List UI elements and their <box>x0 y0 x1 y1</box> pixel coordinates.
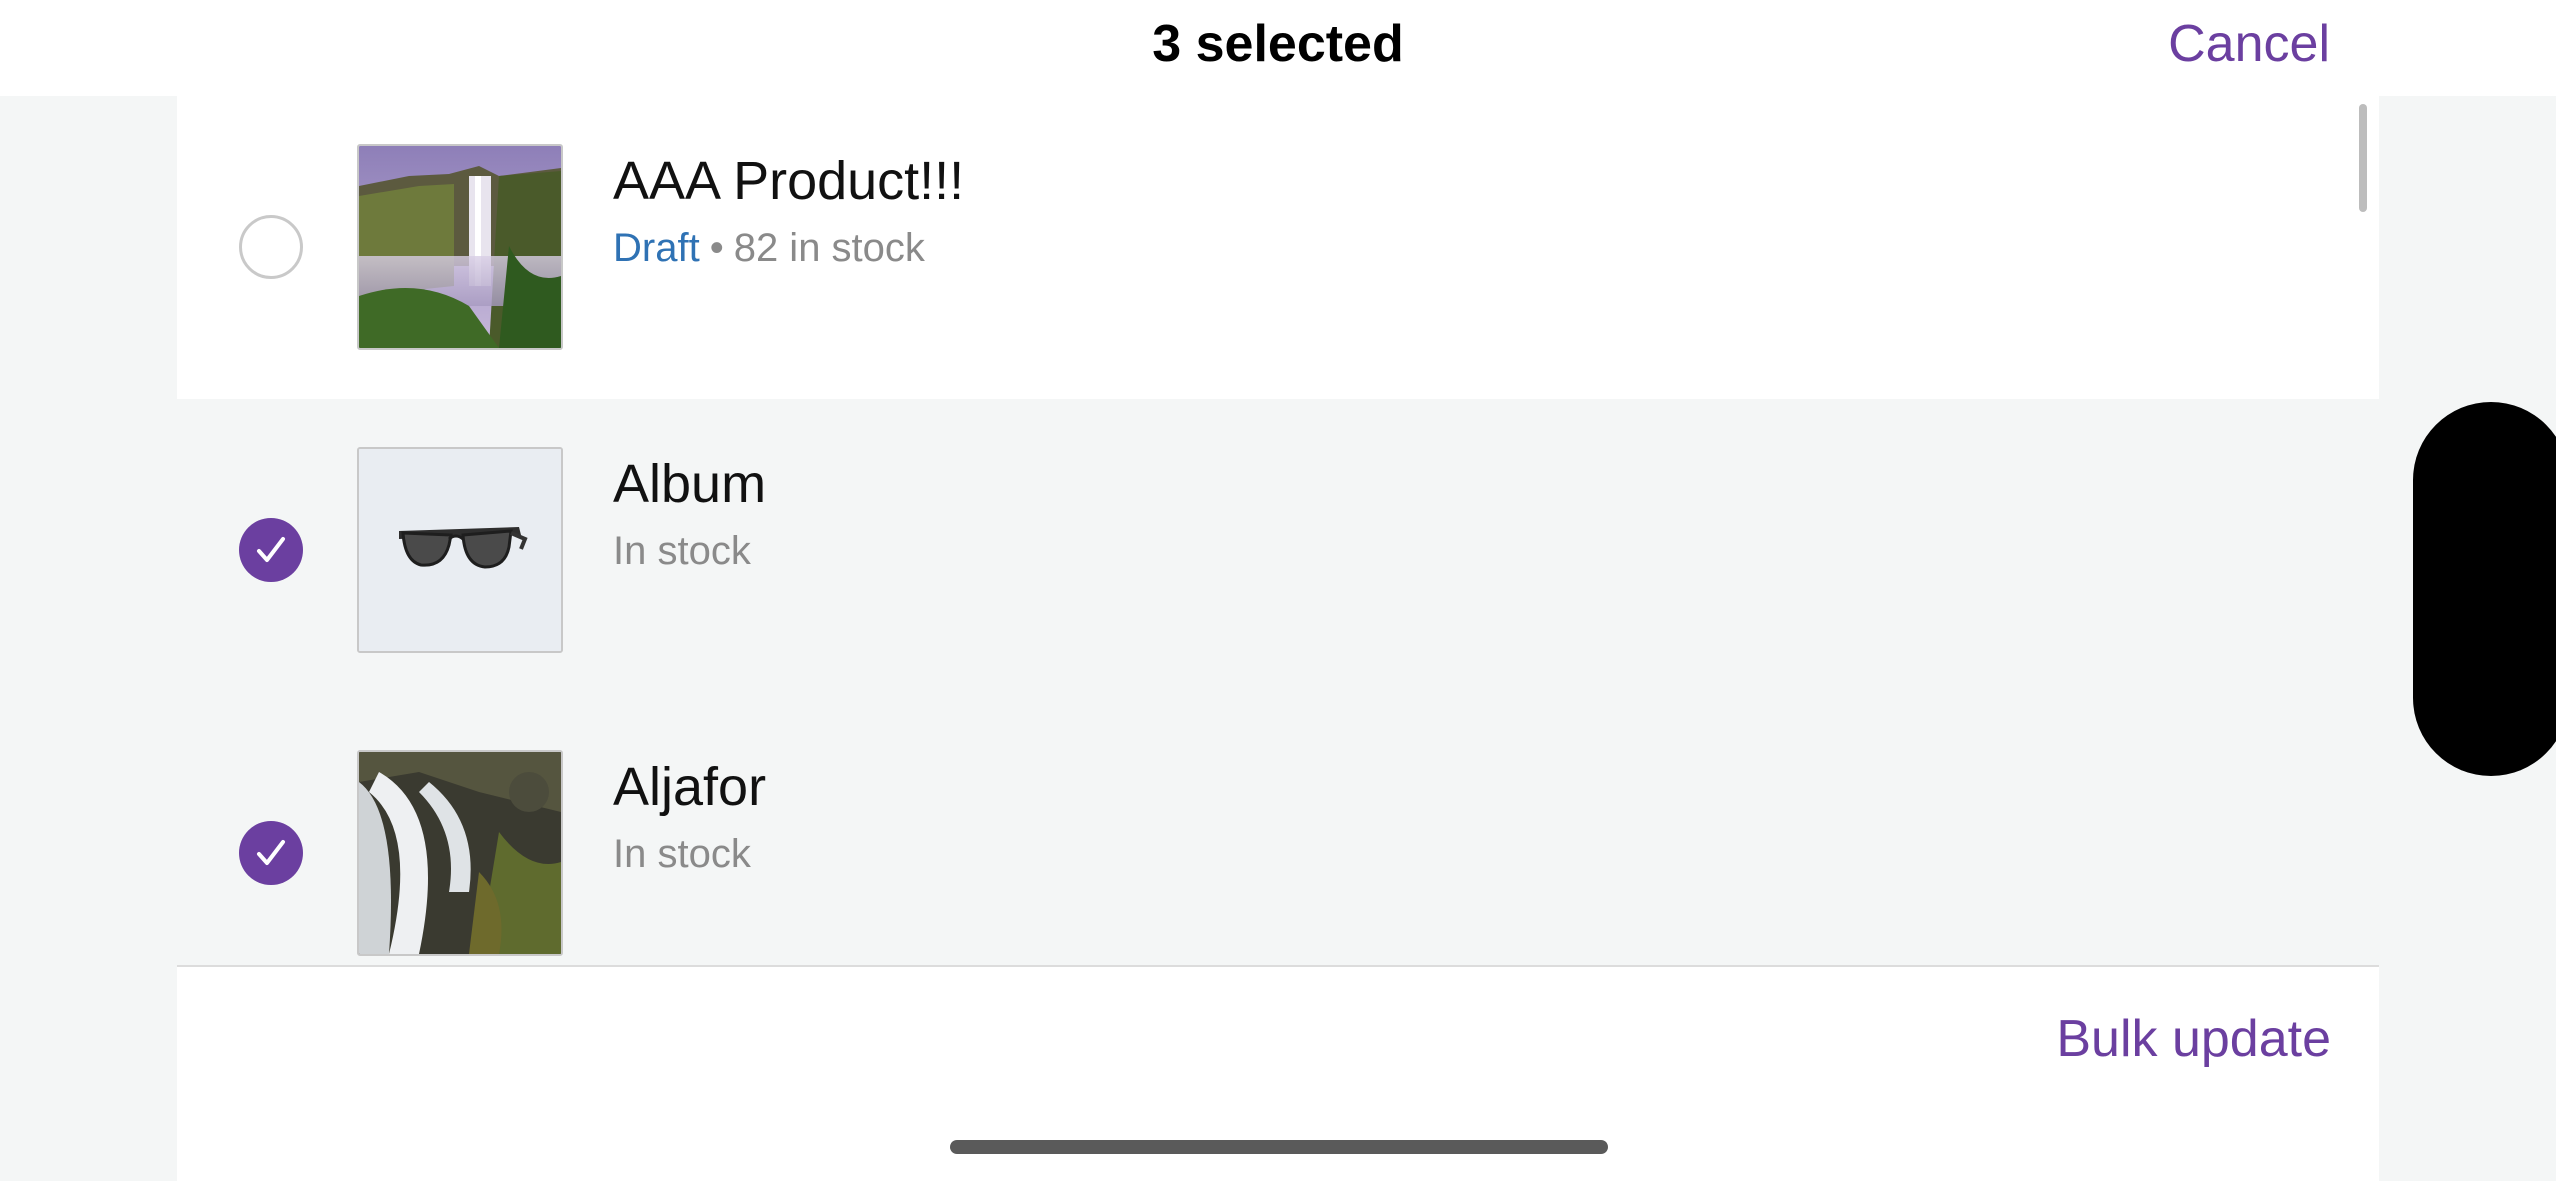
product-name: Aljafor <box>613 757 767 817</box>
vertical-scrollbar[interactable] <box>2359 104 2367 212</box>
product-thumbnail <box>357 144 563 350</box>
checkmark-icon <box>257 840 285 865</box>
product-meta: In stock <box>613 519 751 583</box>
side-pill-overlay <box>2413 402 2556 776</box>
select-checkbox-checked[interactable] <box>239 821 303 885</box>
stock-label: In stock <box>613 529 751 573</box>
draft-status-label: Draft <box>613 226 700 270</box>
product-list[interactable]: AAA Product!!! Draft • 82 in stock Album I… <box>177 96 2379 966</box>
product-row-aljafor[interactable]: Aljafor In stock <box>177 702 2379 966</box>
home-indicator <box>950 1140 1608 1154</box>
meta-separator: • <box>709 226 724 270</box>
product-row-aaa-product[interactable]: AAA Product!!! Draft • 82 in stock <box>177 96 2379 399</box>
cancel-button[interactable]: Cancel <box>2168 12 2330 76</box>
product-name: Album <box>613 454 767 514</box>
checkmark-icon <box>257 537 285 562</box>
stock-label: 82 in stock <box>733 226 925 270</box>
product-thumbnail <box>357 750 563 956</box>
product-meta: Draft • 82 in stock <box>613 216 925 280</box>
product-meta: In stock <box>613 822 751 886</box>
navigation-header: 3 selected Cancel <box>0 0 2556 96</box>
bulk-update-button[interactable]: Bulk update <box>2056 1007 2331 1071</box>
waterfall-rocks-image <box>359 752 561 954</box>
select-checkbox-checked[interactable] <box>239 518 303 582</box>
waterfall-cliff-image <box>359 146 561 348</box>
select-checkbox-unchecked[interactable] <box>239 215 303 279</box>
product-name: AAA Product!!! <box>613 151 965 211</box>
product-thumbnail <box>357 447 563 653</box>
product-row-album[interactable]: Album In stock <box>177 399 2379 702</box>
sunglasses-image <box>359 449 561 651</box>
stock-label: In stock <box>613 832 751 876</box>
